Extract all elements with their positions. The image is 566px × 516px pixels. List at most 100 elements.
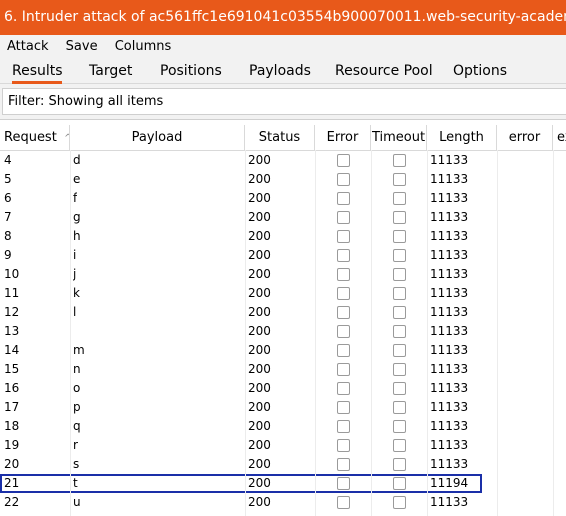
cell-status: 200 [248,343,271,357]
error-checkbox[interactable] [337,268,350,281]
cell-length: 11133 [430,267,469,281]
error-checkbox[interactable] [337,344,350,357]
cell-payload: r [73,438,78,452]
timeout-checkbox[interactable] [393,173,406,186]
cell-payload: t [73,476,78,490]
error-checkbox[interactable] [337,306,350,319]
timeout-checkbox[interactable] [393,363,406,376]
tab-bar: Results Target Positions Payloads Resour… [0,58,566,84]
error-checkbox[interactable] [337,382,350,395]
cell-payload: i [73,248,77,262]
cell-length: 11133 [430,248,469,262]
table-row[interactable]: 16 o 200 11133 [0,379,566,398]
timeout-checkbox[interactable] [393,439,406,452]
tab-resource-pool[interactable]: Resource Pool [335,58,433,84]
column-header-extra[interactable]: ex [553,125,566,151]
error-checkbox[interactable] [337,211,350,224]
cell-status: 200 [248,362,271,376]
tab-positions[interactable]: Positions [160,58,222,84]
timeout-checkbox[interactable] [393,192,406,205]
cell-status: 200 [248,457,271,471]
cell-request: 17 [4,400,20,414]
cell-length: 11133 [430,495,469,509]
column-divider [70,150,71,516]
column-header-status[interactable]: Status [245,125,315,151]
timeout-checkbox[interactable] [393,154,406,167]
table-row[interactable]: 11 k 200 11133 [0,284,566,303]
timeout-checkbox[interactable] [393,496,406,509]
table-row[interactable]: 21 t 200 11194 [0,474,482,493]
tab-payloads[interactable]: Payloads [249,58,311,84]
timeout-checkbox[interactable] [393,287,406,300]
column-header-length[interactable]: Length [427,125,497,151]
error-checkbox[interactable] [337,230,350,243]
menu-save[interactable]: Save [59,35,104,54]
error-checkbox[interactable] [337,363,350,376]
column-header-timeout[interactable]: Timeout [371,125,427,151]
menu-attack[interactable]: Attack [0,35,55,54]
cell-request: 16 [4,381,20,395]
table-row[interactable]: 6 f 200 11133 [0,189,566,208]
cell-length: 11133 [430,191,469,205]
table-row[interactable]: 14 m 200 11133 [0,341,566,360]
error-checkbox[interactable] [337,173,350,186]
error-checkbox[interactable] [337,458,350,471]
menu-columns[interactable]: Columns [108,35,178,54]
table-row[interactable]: 4 d 200 11133 [0,151,566,170]
table-row[interactable]: 5 e 200 11133 [0,170,566,189]
error-checkbox[interactable] [337,420,350,433]
cell-status: 200 [248,286,271,300]
table-row[interactable]: 19 r 200 11133 [0,436,566,455]
table-row[interactable]: 8 h 200 11133 [0,227,566,246]
cell-payload: f [73,191,78,205]
column-header-error[interactable]: Error [315,125,371,151]
error-checkbox[interactable] [337,439,350,452]
error-checkbox[interactable] [337,325,350,338]
timeout-checkbox[interactable] [393,249,406,262]
table-row[interactable]: 10 j 200 11133 [0,265,566,284]
timeout-checkbox[interactable] [393,325,406,338]
timeout-checkbox[interactable] [393,211,406,224]
cell-status: 200 [248,153,271,167]
error-checkbox[interactable] [337,477,350,490]
cell-payload: p [73,400,81,414]
error-checkbox[interactable] [337,154,350,167]
filter-input[interactable]: Filter: Showing all items [2,88,566,115]
table-row[interactable]: 17 p 200 11133 [0,398,566,417]
column-header-payload[interactable]: Payload [70,125,245,151]
timeout-checkbox[interactable] [393,344,406,357]
results-table: Request ^ Payload Status Error Timeout L… [0,119,566,516]
cell-payload: l [73,305,77,319]
column-divider [371,150,372,516]
table-row[interactable]: 12 l 200 11133 [0,303,566,322]
error-checkbox[interactable] [337,192,350,205]
timeout-checkbox[interactable] [393,268,406,281]
table-row[interactable]: 22 u 200 11133 [0,493,566,512]
timeout-checkbox[interactable] [393,420,406,433]
timeout-checkbox[interactable] [393,306,406,319]
timeout-checkbox[interactable] [393,477,406,490]
table-row[interactable]: 18 q 200 11133 [0,417,566,436]
timeout-checkbox[interactable] [393,382,406,395]
table-row[interactable]: 9 i 200 11133 [0,246,566,265]
timeout-checkbox[interactable] [393,458,406,471]
table-row[interactable]: 15 n 200 11133 [0,360,566,379]
error-checkbox[interactable] [337,496,350,509]
error-checkbox[interactable] [337,287,350,300]
error-checkbox[interactable] [337,401,350,414]
column-header-request[interactable]: Request ^ [0,125,70,151]
column-header-error-grep[interactable]: error [497,125,553,151]
tab-options[interactable]: Options [453,58,507,84]
table-row[interactable]: 20 s 200 11133 [0,455,566,474]
table-row[interactable]: 7 g 200 11133 [0,208,566,227]
cell-request: 7 [4,210,12,224]
menu-bar: Attack Save Columns [0,35,566,58]
cell-request: 6 [4,191,12,205]
table-row[interactable]: 13 200 11133 [0,322,566,341]
error-checkbox[interactable] [337,249,350,262]
tab-results[interactable]: Results [12,58,63,84]
timeout-checkbox[interactable] [393,230,406,243]
cell-request: 22 [4,495,20,509]
tab-target[interactable]: Target [89,58,132,84]
timeout-checkbox[interactable] [393,401,406,414]
